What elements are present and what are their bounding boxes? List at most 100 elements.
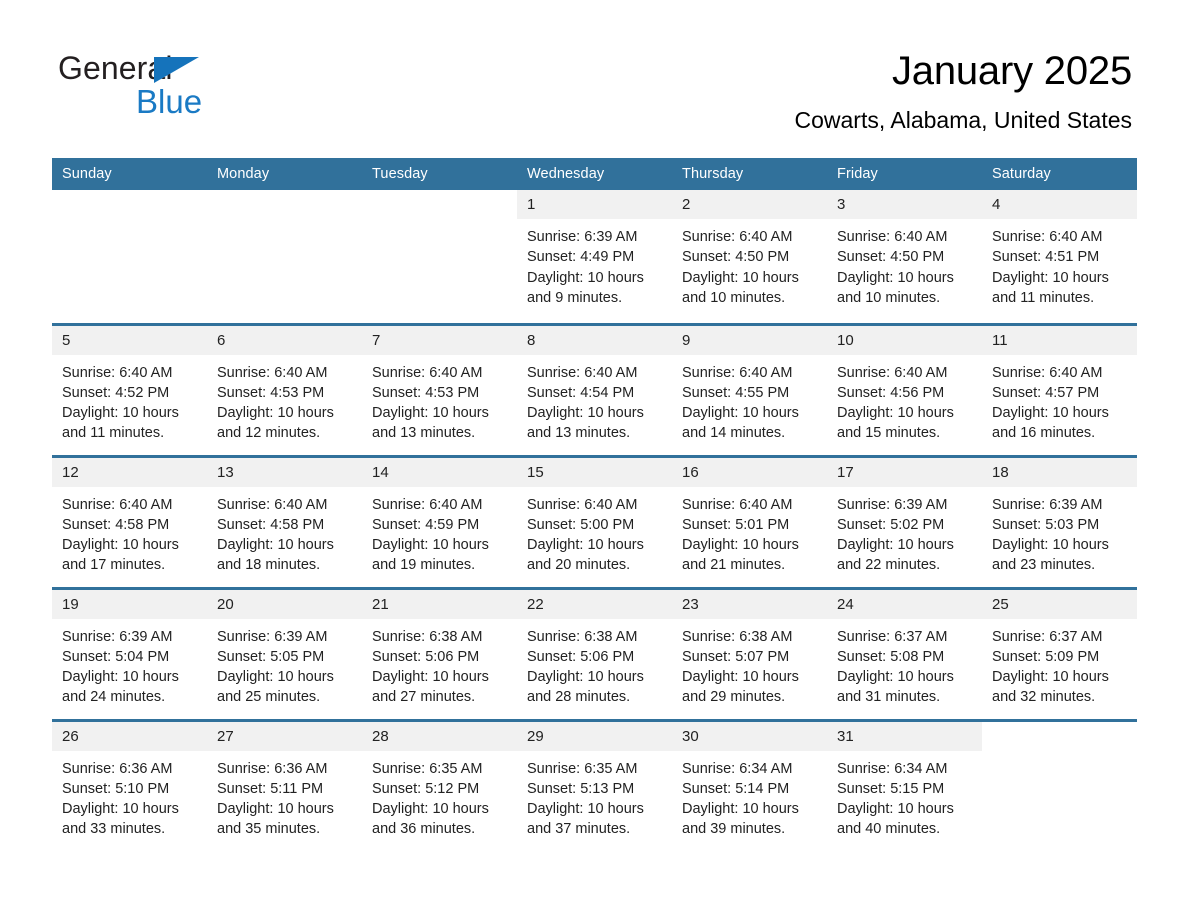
day-details: Sunrise: 6:39 AM Sunset: 5:02 PM Daylight:… (827, 487, 982, 576)
calendar-week-row: 5 Sunrise: 6:40 AM Sunset: 4:52 PM Daylight… (52, 322, 1137, 456)
sunset-text: Sunset: 4:49 PM (527, 249, 635, 266)
daylight-text-line2: and 39 minutes. (682, 821, 786, 838)
sunrise-text: Sunrise: 6:40 AM (527, 496, 638, 513)
calendar-week-row: 12 Sunrise: 6:40 AM Sunset: 4:58 PM Dayligh… (52, 454, 1137, 588)
calendar-week-row: 19 Sunrise: 6:39 AM Sunset: 5:04 PM Dayligh… (52, 586, 1137, 720)
sunset-text: Sunset: 5:01 PM (682, 516, 790, 533)
daylight-text-line1: Daylight: 10 hours (527, 405, 644, 422)
day-number: 16 (672, 457, 827, 487)
calendar-container: Sunday Monday Tuesday Wednesday Thursday… (52, 158, 1137, 852)
daylight-text-line1: Daylight: 10 hours (682, 801, 799, 818)
sunset-text: Sunset: 4:50 PM (837, 249, 945, 266)
calendar-day-cell[interactable]: 17 Sunrise: 6:39 AM Sunset: 5:02 PM Dayligh… (827, 454, 982, 588)
calendar-day-cell[interactable]: 28 Sunrise: 6:35 AM Sunset: 5:12 PM Dayligh… (362, 718, 517, 852)
daylight-text-line1: Daylight: 10 hours (372, 537, 489, 554)
day-details: Sunrise: 6:40 AM Sunset: 4:58 PM Daylight:… (207, 487, 362, 576)
daylight-text-line1: Daylight: 10 hours (372, 669, 489, 686)
calendar-day-cell[interactable]: 7 Sunrise: 6:40 AM Sunset: 4:53 PM Daylight… (362, 322, 517, 456)
day-number (207, 190, 362, 219)
calendar-day-cell[interactable]: 5 Sunrise: 6:40 AM Sunset: 4:52 PM Daylight… (52, 322, 207, 456)
calendar-day-cell[interactable]: 16 Sunrise: 6:40 AM Sunset: 5:01 PM Dayligh… (672, 454, 827, 588)
day-details: Sunrise: 6:40 AM Sunset: 4:53 PM Daylight:… (207, 355, 362, 444)
daylight-text-line2: and 25 minutes. (217, 689, 321, 706)
calendar-day-cell[interactable]: 11 Sunrise: 6:40 AM Sunset: 4:57 PM Dayligh… (982, 322, 1137, 456)
daylight-text-line2: and 23 minutes. (992, 557, 1096, 574)
sunrise-text: Sunrise: 6:40 AM (372, 364, 483, 381)
day-number: 26 (52, 721, 207, 751)
day-details: Sunrise: 6:40 AM Sunset: 4:57 PM Daylight:… (982, 355, 1137, 444)
day-number: 11 (982, 325, 1137, 355)
calendar-day-cell[interactable]: 1 Sunrise: 6:39 AM Sunset: 4:49 PM Daylight… (517, 190, 672, 324)
daylight-text-line1: Daylight: 10 hours (837, 537, 954, 554)
day-details: Sunrise: 6:39 AM Sunset: 4:49 PM Daylight:… (517, 219, 672, 308)
sunrise-text: Sunrise: 6:40 AM (372, 496, 483, 513)
sunrise-text: Sunrise: 6:40 AM (837, 229, 948, 245)
day-details: Sunrise: 6:40 AM Sunset: 4:55 PM Daylight:… (672, 355, 827, 444)
sunrise-text: Sunrise: 6:40 AM (682, 229, 793, 245)
day-details: Sunrise: 6:37 AM Sunset: 5:09 PM Daylight:… (982, 619, 1137, 708)
calendar-day-cell[interactable]: 23 Sunrise: 6:38 AM Sunset: 5:07 PM Dayligh… (672, 586, 827, 720)
daylight-text-line2: and 11 minutes. (62, 425, 165, 442)
sunrise-text: Sunrise: 6:40 AM (527, 364, 638, 381)
day-number: 12 (52, 457, 207, 487)
daylight-text-line1: Daylight: 10 hours (527, 269, 644, 286)
logo-triangle-icon (154, 57, 199, 83)
sunrise-text: Sunrise: 6:38 AM (682, 628, 793, 645)
weekday-header-wednesday: Wednesday (517, 158, 672, 190)
daylight-text-line1: Daylight: 10 hours (837, 669, 954, 686)
day-details: Sunrise: 6:40 AM Sunset: 4:52 PM Daylight:… (52, 355, 207, 444)
calendar-day-cell[interactable]: 30 Sunrise: 6:34 AM Sunset: 5:14 PM Dayligh… (672, 718, 827, 852)
day-number: 7 (362, 325, 517, 355)
day-number: 25 (982, 589, 1137, 619)
calendar-day-cell[interactable]: 13 Sunrise: 6:40 AM Sunset: 4:58 PM Dayligh… (207, 454, 362, 588)
daylight-text-line1: Daylight: 10 hours (992, 669, 1109, 686)
calendar-day-cell[interactable]: 10 Sunrise: 6:40 AM Sunset: 4:56 PM Dayligh… (827, 322, 982, 456)
day-number: 15 (517, 457, 672, 487)
calendar-day-cell[interactable]: 9 Sunrise: 6:40 AM Sunset: 4:55 PM Daylight… (672, 322, 827, 456)
sunset-text: Sunset: 5:09 PM (992, 648, 1100, 665)
calendar-day-cell[interactable]: 2 Sunrise: 6:40 AM Sunset: 4:50 PM Daylight… (672, 190, 827, 324)
calendar-day-cell[interactable]: 3 Sunrise: 6:40 AM Sunset: 4:50 PM Daylight… (827, 190, 982, 324)
sunset-text: Sunset: 4:55 PM (682, 384, 790, 401)
day-details: Sunrise: 6:40 AM Sunset: 4:56 PM Daylight:… (827, 355, 982, 444)
daylight-text-line2: and 10 minutes. (682, 289, 786, 306)
day-details: Sunrise: 6:36 AM Sunset: 5:11 PM Daylight:… (207, 751, 362, 840)
sunrise-text: Sunrise: 6:38 AM (372, 628, 483, 645)
daylight-text-line2: and 16 minutes. (992, 425, 1096, 442)
day-number: 3 (827, 190, 982, 219)
calendar-day-cell[interactable]: 12 Sunrise: 6:40 AM Sunset: 4:58 PM Dayligh… (52, 454, 207, 588)
generalblue-logo[interactable]: General Blue (58, 52, 318, 124)
calendar-day-cell[interactable]: 15 Sunrise: 6:40 AM Sunset: 5:00 PM Dayligh… (517, 454, 672, 588)
calendar-day-cell[interactable]: 27 Sunrise: 6:36 AM Sunset: 5:11 PM Dayligh… (207, 718, 362, 852)
calendar-day-cell[interactable]: 24 Sunrise: 6:37 AM Sunset: 5:08 PM Dayligh… (827, 586, 982, 720)
sunset-text: Sunset: 4:58 PM (217, 516, 325, 533)
calendar-day-cell[interactable]: 19 Sunrise: 6:39 AM Sunset: 5:04 PM Dayligh… (52, 586, 207, 720)
calendar-day-cell[interactable]: 22 Sunrise: 6:38 AM Sunset: 5:06 PM Dayligh… (517, 586, 672, 720)
daylight-text-line2: and 20 minutes. (527, 557, 631, 574)
page-subtitle: Cowarts, Alabama, United States (794, 107, 1133, 133)
calendar-day-cell[interactable]: 26 Sunrise: 6:36 AM Sunset: 5:10 PM Dayligh… (52, 718, 207, 852)
calendar-cell-empty (982, 718, 1137, 852)
calendar-day-cell[interactable]: 14 Sunrise: 6:40 AM Sunset: 4:59 PM Dayligh… (362, 454, 517, 588)
day-details: Sunrise: 6:40 AM Sunset: 4:54 PM Daylight:… (517, 355, 672, 444)
calendar-day-cell[interactable]: 31 Sunrise: 6:34 AM Sunset: 5:15 PM Dayligh… (827, 718, 982, 852)
daylight-text-line2: and 29 minutes. (682, 689, 786, 706)
calendar-day-cell[interactable]: 21 Sunrise: 6:38 AM Sunset: 5:06 PM Dayligh… (362, 586, 517, 720)
calendar-day-cell[interactable]: 29 Sunrise: 6:35 AM Sunset: 5:13 PM Dayligh… (517, 718, 672, 852)
daylight-text-line2: and 36 minutes. (372, 821, 476, 838)
daylight-text-line2: and 9 minutes. (527, 289, 623, 306)
daylight-text-line1: Daylight: 10 hours (62, 537, 179, 554)
calendar-day-cell[interactable]: 4 Sunrise: 6:40 AM Sunset: 4:51 PM Daylight… (982, 190, 1137, 324)
day-number (52, 190, 207, 219)
calendar-week-row: 26 Sunrise: 6:36 AM Sunset: 5:10 PM Dayligh… (52, 718, 1137, 852)
calendar-day-cell[interactable]: 25 Sunrise: 6:37 AM Sunset: 5:09 PM Dayligh… (982, 586, 1137, 720)
calendar-day-cell[interactable]: 18 Sunrise: 6:39 AM Sunset: 5:03 PM Dayligh… (982, 454, 1137, 588)
calendar-week-row: 1 Sunrise: 6:39 AM Sunset: 4:49 PM Daylight… (52, 190, 1137, 324)
day-number: 28 (362, 721, 517, 751)
calendar-day-cell[interactable]: 8 Sunrise: 6:40 AM Sunset: 4:54 PM Daylight… (517, 322, 672, 456)
day-details: Sunrise: 6:37 AM Sunset: 5:08 PM Daylight:… (827, 619, 982, 708)
daylight-text-line1: Daylight: 10 hours (62, 669, 179, 686)
calendar-cell-empty (52, 190, 207, 324)
calendar-day-cell[interactable]: 6 Sunrise: 6:40 AM Sunset: 4:53 PM Daylight… (207, 322, 362, 456)
calendar-day-cell[interactable]: 20 Sunrise: 6:39 AM Sunset: 5:05 PM Dayligh… (207, 586, 362, 720)
